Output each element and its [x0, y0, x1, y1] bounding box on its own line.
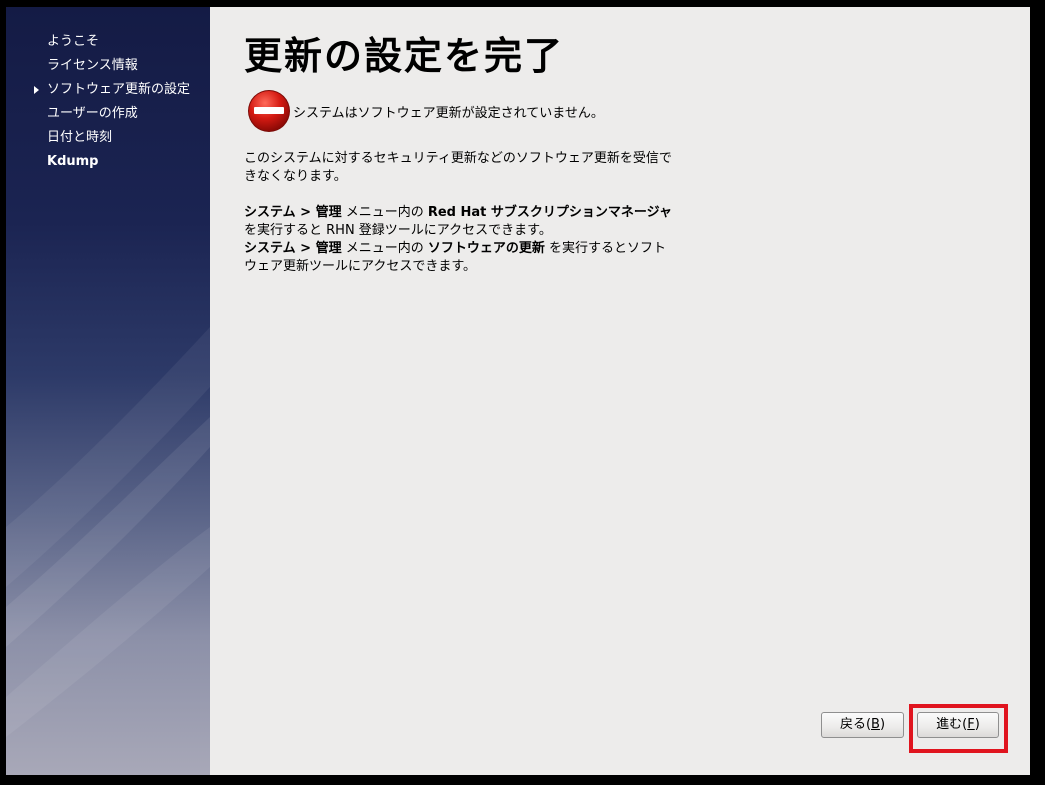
main-panel: 更新の設定を完了 システムはソフトウェア更新が設定されていません。 このシステム… — [210, 7, 1030, 775]
back-button-close: ) — [879, 717, 886, 732]
back-button[interactable]: 戻る(B) — [821, 712, 904, 738]
step-label: ようこそ — [47, 34, 100, 49]
tool-name-subscription-manager: Red Hat サブスクリプションマネージャ — [427, 205, 673, 220]
step-label: ライセンス情報 — [47, 58, 138, 73]
step-license: ライセンス情報 — [6, 57, 210, 75]
step-label: 日付と時刻 — [47, 130, 113, 145]
step-date-time: 日付と時刻 — [6, 129, 210, 147]
current-step-arrow-icon — [34, 86, 39, 94]
stop-icon — [248, 90, 290, 132]
step-label: Kdump — [47, 154, 99, 169]
menu-separator: > — [295, 241, 316, 256]
step-kdump: Kdump — [6, 153, 210, 171]
status-message: システムはソフトウェア更新が設定されていません。 — [293, 106, 604, 121]
step-label: ソフトウェア更新の設定 — [47, 82, 191, 97]
menu-admin: 管理 — [315, 241, 342, 256]
instructions: システム > 管理 メニュー内の Red Hat サブスクリプションマネージャ … — [244, 204, 674, 276]
back-button-mnemonic: B — [871, 717, 880, 732]
menu-system: システム — [244, 205, 296, 220]
sidebar: ようこそ ライセンス情報 ソフトウェア更新の設定 ユーザーの作成 日付と時刻 K… — [6, 7, 210, 775]
instruction-text: を実行すると RHN 登録ツールにアクセスできます。 — [244, 223, 552, 238]
tool-name-software-update: ソフトウェアの更新 — [427, 241, 545, 256]
step-label: ユーザーの作成 — [47, 106, 138, 121]
step-software-update: ソフトウェア更新の設定 — [6, 81, 210, 99]
step-list: ようこそ ライセンス情報 ソフトウェア更新の設定 ユーザーの作成 日付と時刻 K… — [6, 33, 210, 177]
step-welcome: ようこそ — [6, 33, 210, 51]
forward-button[interactable]: 進む(F) — [917, 712, 999, 738]
forward-button-close: ) — [974, 717, 980, 732]
instruction-text: メニュー内の — [341, 205, 428, 220]
forward-button-mnemonic: F — [967, 717, 975, 732]
back-button-label: 戻る( — [839, 717, 872, 732]
firstboot-window: ようこそ ライセンス情報 ソフトウェア更新の設定 ユーザーの作成 日付と時刻 K… — [6, 7, 1030, 775]
description-text: このシステムに対するセキュリティ更新などのソフトウェア更新を受信できなくなります… — [244, 151, 672, 184]
instruction-text: メニュー内の — [341, 241, 428, 256]
menu-separator: > — [295, 205, 316, 220]
forward-button-label: 進む( — [936, 717, 968, 732]
menu-admin: 管理 — [315, 205, 342, 220]
menu-system: システム — [244, 241, 296, 256]
page-title: 更新の設定を完了 — [244, 34, 565, 78]
step-create-user: ユーザーの作成 — [6, 105, 210, 123]
